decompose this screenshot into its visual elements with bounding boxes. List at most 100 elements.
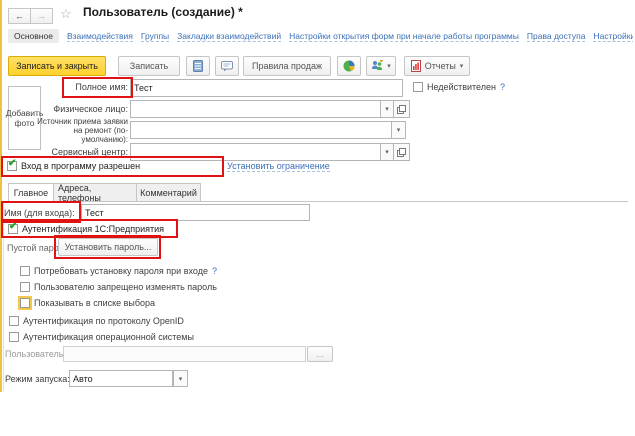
- run-mode-label: Режим запуска:: [5, 374, 70, 384]
- chevron-down-icon: ▾: [460, 62, 464, 70]
- chevron-down-icon: ▾: [385, 105, 389, 113]
- person-open-button[interactable]: [393, 100, 410, 118]
- auth-os-label: Аутентификация операционной системы: [23, 332, 194, 342]
- require-password-checkbox[interactable]: [20, 266, 30, 276]
- chevron-down-icon: ▾: [385, 148, 389, 156]
- auth-openid-checkbox-row: Аутентификация по протоколу OpenID: [9, 315, 184, 327]
- service-center-open-button[interactable]: [393, 143, 410, 161]
- chevron-down-icon: ▾: [397, 126, 401, 134]
- login-allowed-checkbox[interactable]: ✔: [7, 161, 17, 171]
- pie-chart-icon: [343, 60, 355, 72]
- person-dropdown-button[interactable]: ▾: [380, 100, 394, 118]
- comment-icon: [221, 61, 233, 72]
- chevron-down-icon: ▾: [387, 62, 391, 70]
- show-in-list-checkbox[interactable]: [20, 298, 30, 308]
- save-label: Записать: [130, 61, 168, 71]
- tab-addresses[interactable]: Адреса, телефоны: [53, 183, 137, 202]
- set-restriction-link[interactable]: Установить ограничение: [227, 161, 330, 172]
- auth-1c-checkbox-row: ✔ Аутентификация 1С:Предприятия: [8, 223, 164, 235]
- login-name-input[interactable]: [81, 204, 310, 221]
- forward-button[interactable]: →: [30, 8, 53, 24]
- save-and-close-button[interactable]: Записать и закрыть: [8, 56, 106, 76]
- tabs-divider: [3, 201, 628, 202]
- full-name-label: Полное имя:: [30, 82, 128, 92]
- reports-button[interactable]: Отчеты ▾: [404, 56, 470, 76]
- show-in-list-checkbox-row: Показывать в списке выбора: [20, 297, 155, 309]
- nav-item-settings[interactable]: Настройки: [593, 31, 633, 42]
- login-name-label: Имя (для входа):: [4, 208, 75, 218]
- save-and-close-label: Записать и закрыть: [16, 61, 98, 71]
- tab-addresses-label: Адреса, телефоны: [58, 183, 132, 203]
- set-password-label: Установить пароль...: [65, 242, 152, 252]
- run-mode-dropdown-button[interactable]: ▾: [173, 370, 188, 387]
- os-user-label: Пользователь:: [5, 349, 66, 359]
- users-menu-button[interactable]: ▾: [366, 56, 396, 76]
- nav-item-startup-form-settings[interactable]: Настройки открытия форм при начале работ…: [289, 31, 519, 42]
- tab-comment-label: Комментарий: [140, 188, 197, 198]
- tab-main[interactable]: Главное: [8, 183, 54, 202]
- sales-rules-button[interactable]: Правила продаж: [243, 56, 331, 76]
- os-user-browse-button[interactable]: ...: [307, 346, 333, 362]
- window-accent-line: [0, 0, 2, 392]
- invalid-help-icon[interactable]: ?: [500, 82, 505, 92]
- check-icon: ✔: [8, 158, 16, 169]
- full-name-input[interactable]: [130, 79, 403, 97]
- repair-source-input[interactable]: [130, 121, 392, 139]
- tab-panel-border: [3, 203, 4, 391]
- set-password-button[interactable]: Установить пароль...: [58, 238, 158, 256]
- service-center-label: Сервисный центр:: [30, 147, 128, 157]
- auth-1c-checkbox[interactable]: ✔: [8, 224, 18, 234]
- require-password-checkbox-row: Потребовать установку пароля при входе ?: [20, 265, 217, 277]
- os-user-input[interactable]: [63, 346, 306, 362]
- nav-item-main[interactable]: Основное: [8, 29, 59, 43]
- open-form-icon: [397, 148, 406, 157]
- login-allowed-checkbox-row: ✔ Вход в программу разрешен: [7, 160, 140, 172]
- back-button[interactable]: ←: [8, 8, 31, 24]
- forbid-change-password-checkbox[interactable]: [20, 282, 30, 292]
- auth-openid-checkbox[interactable]: [9, 316, 19, 326]
- report-icon: [411, 60, 421, 72]
- forbid-change-checkbox-row: Пользователю запрещено изменять пароль: [20, 281, 217, 293]
- browse-label: ...: [316, 349, 324, 359]
- reports-label: Отчеты: [425, 61, 456, 71]
- auth-os-checkbox[interactable]: [9, 332, 19, 342]
- tab-main-label: Главное: [14, 188, 48, 198]
- auth-1c-label: Аутентификация 1С:Предприятия: [22, 224, 164, 234]
- person-input[interactable]: [130, 100, 381, 118]
- open-form-icon: [397, 105, 406, 114]
- invalid-checkbox-row: Недействителен ?: [413, 81, 505, 93]
- person-label: Физическое лицо:: [30, 104, 128, 114]
- nav-item-interactions[interactable]: Взаимодействия: [67, 31, 133, 42]
- sales-rules-label: Правила продаж: [252, 61, 322, 71]
- nav-item-access-rights[interactable]: Права доступа: [527, 31, 586, 42]
- page-title: Пользователь (создание) *: [83, 5, 243, 19]
- nav-item-interaction-tabs[interactable]: Закладки взаимодействий: [177, 31, 281, 42]
- login-allowed-label: Вход в программу разрешен: [21, 161, 140, 171]
- service-center-dropdown-button[interactable]: ▾: [380, 143, 394, 161]
- forbid-change-label: Пользователю запрещено изменять пароль: [34, 282, 217, 292]
- require-password-help-icon[interactable]: ?: [212, 266, 217, 276]
- favorite-star-icon[interactable]: ☆: [60, 6, 72, 22]
- comment-button[interactable]: [215, 56, 239, 76]
- service-center-input[interactable]: [130, 143, 381, 161]
- chevron-down-icon: ▾: [179, 375, 183, 383]
- nav-item-groups[interactable]: Группы: [141, 31, 169, 42]
- repair-source-dropdown-button[interactable]: ▾: [391, 121, 406, 139]
- repair-source-label: Источник приема заявки на ремонт (по-умо…: [30, 117, 128, 144]
- require-password-label: Потребовать установку пароля при входе: [34, 266, 208, 276]
- add-user-icon: [371, 60, 383, 72]
- run-mode-input[interactable]: [69, 370, 173, 387]
- tab-comment[interactable]: Комментарий: [136, 183, 201, 202]
- user-creation-window: ← → ☆ Пользователь (создание) * Основное…: [0, 0, 635, 436]
- invalid-checkbox[interactable]: [413, 82, 423, 92]
- auth-openid-label: Аутентификация по протоколу OpenID: [23, 316, 184, 326]
- structure-button[interactable]: [337, 56, 361, 76]
- save-button[interactable]: Записать: [118, 56, 180, 76]
- auth-os-checkbox-row: Аутентификация операционной системы: [9, 331, 194, 343]
- list-icon: [193, 60, 203, 72]
- check-icon: ✔: [9, 221, 17, 232]
- back-icon: ←: [15, 11, 24, 21]
- journal-button[interactable]: [186, 56, 210, 76]
- history-nav: ← →: [8, 8, 53, 24]
- forward-icon: →: [37, 11, 46, 21]
